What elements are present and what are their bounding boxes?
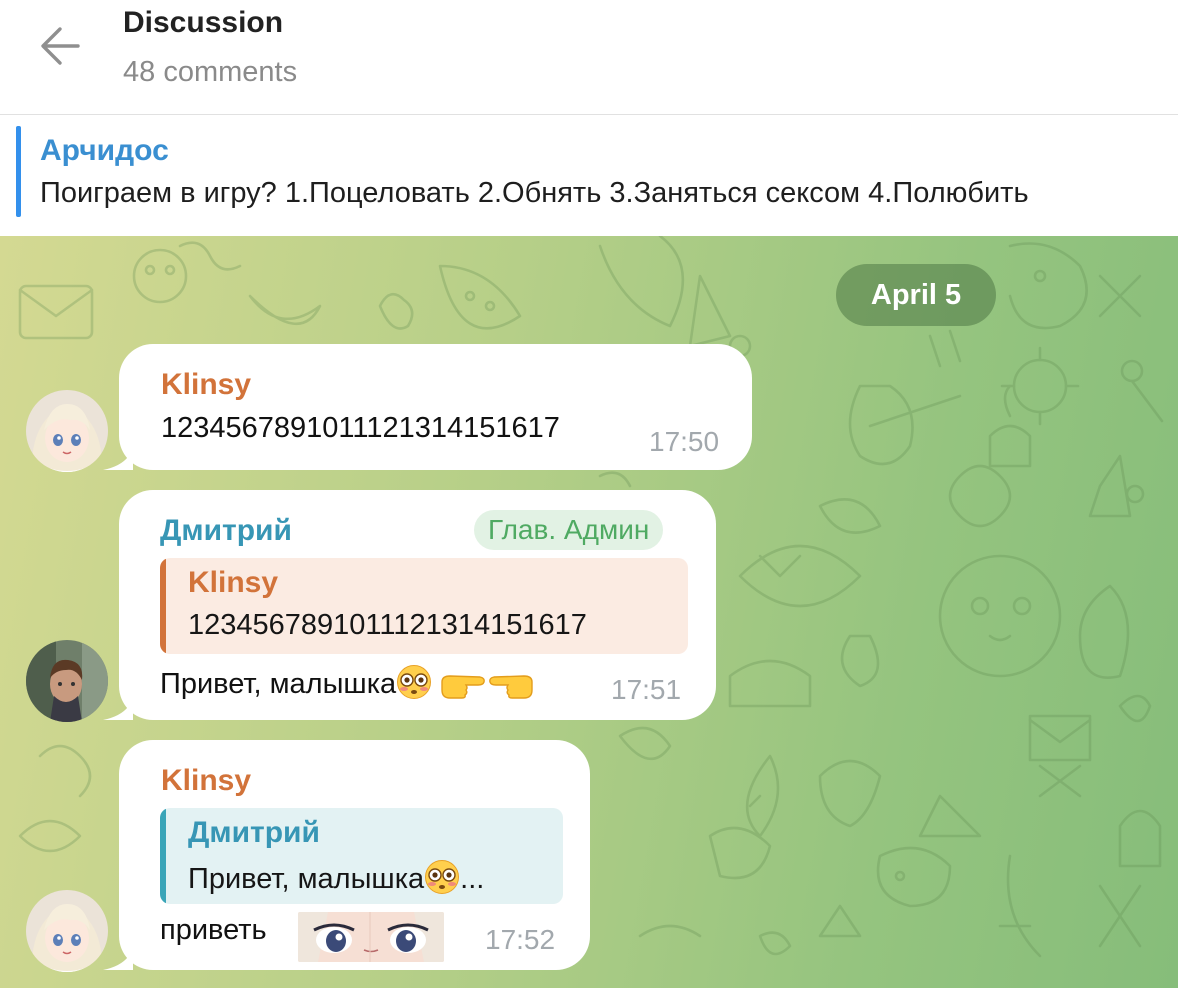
flushed-face-emoji <box>424 859 460 903</box>
message-time: 17:51 <box>611 674 682 705</box>
pointing-right-emoji <box>440 670 486 708</box>
message-bubble[interactable]: Дмитрий Глав. Админ Klinsy 1234567891011… <box>103 490 716 720</box>
avatar-dmitriy[interactable] <box>26 640 108 722</box>
anime-eyes-sticker-icon <box>298 912 444 962</box>
date-divider: April 5 <box>836 264 996 326</box>
message-list[interactable]: April 5 Klinsy 1234567891011121314151617… <box>0 236 1178 988</box>
reply-text: Привет, малышка... <box>188 859 484 903</box>
pointing-left-emoji <box>488 670 534 708</box>
man-photo-avatar-icon <box>26 640 108 722</box>
avatar-klinsy[interactable] <box>26 390 108 472</box>
reply-text: 1234567891011121314151617 <box>188 609 587 641</box>
reply-sender: Дмитрий <box>188 816 320 849</box>
reply-accent-bar <box>160 808 166 904</box>
chat-header: Discussion 48 comments <box>0 0 1178 115</box>
message-time: 17:50 <box>649 426 720 457</box>
bubble-tail <box>103 944 133 970</box>
post-text: Поиграем в игру? 1.Поцеловать 2.Обнять 3… <box>40 177 1029 209</box>
reply-text-content: Привет, малышка <box>188 863 425 895</box>
message-bubble[interactable]: Klinsy 1234567891011121314151617 17:50 <box>103 344 752 470</box>
message-time: 17:52 <box>485 924 556 955</box>
message-sender[interactable]: Klinsy <box>161 368 251 402</box>
back-button[interactable] <box>30 18 90 74</box>
reply-accent-bar <box>160 558 166 654</box>
message-text: 1234567891011121314151617 <box>161 412 560 444</box>
admin-badge: Глав. Админ <box>474 510 664 550</box>
message-sender[interactable]: Klinsy <box>161 764 251 798</box>
post-author: Арчидос <box>40 134 169 167</box>
message-text-content: Привет, малышка <box>160 668 397 700</box>
original-post-preview[interactable]: Арчидос Поиграем в игру? 1.Поцеловать 2.… <box>0 116 1178 236</box>
comments-count: 48 comments <box>123 56 298 88</box>
anime-eyes-sticker[interactable] <box>298 912 444 962</box>
message-text: приветь <box>160 914 267 946</box>
message-sender[interactable]: Дмитрий <box>160 514 292 548</box>
anime-girl-avatar-icon <box>26 390 108 472</box>
bubble-tail <box>103 694 133 720</box>
reply-text-ellipsis: ... <box>460 863 485 895</box>
anime-girl-avatar-icon <box>26 890 108 972</box>
avatar-klinsy[interactable] <box>26 890 108 972</box>
reply-preview[interactable]: Klinsy 1234567891011121314151617 <box>160 558 688 654</box>
discussion-window: Discussion 48 comments Арчидос Поиграем … <box>0 0 1178 988</box>
message-bubble[interactable]: Klinsy Дмитрий Привет, малышка... привет… <box>103 740 590 970</box>
reply-preview[interactable]: Дмитрий Привет, малышка... <box>160 808 563 904</box>
message-text: Привет, малышка <box>160 664 534 708</box>
bubble-tail <box>103 444 133 470</box>
header-title: Discussion <box>123 6 284 39</box>
arrow-left-icon <box>41 27 80 65</box>
reply-sender: Klinsy <box>188 566 279 599</box>
post-accent-bar <box>16 126 21 217</box>
flushed-face-emoji <box>396 664 432 708</box>
